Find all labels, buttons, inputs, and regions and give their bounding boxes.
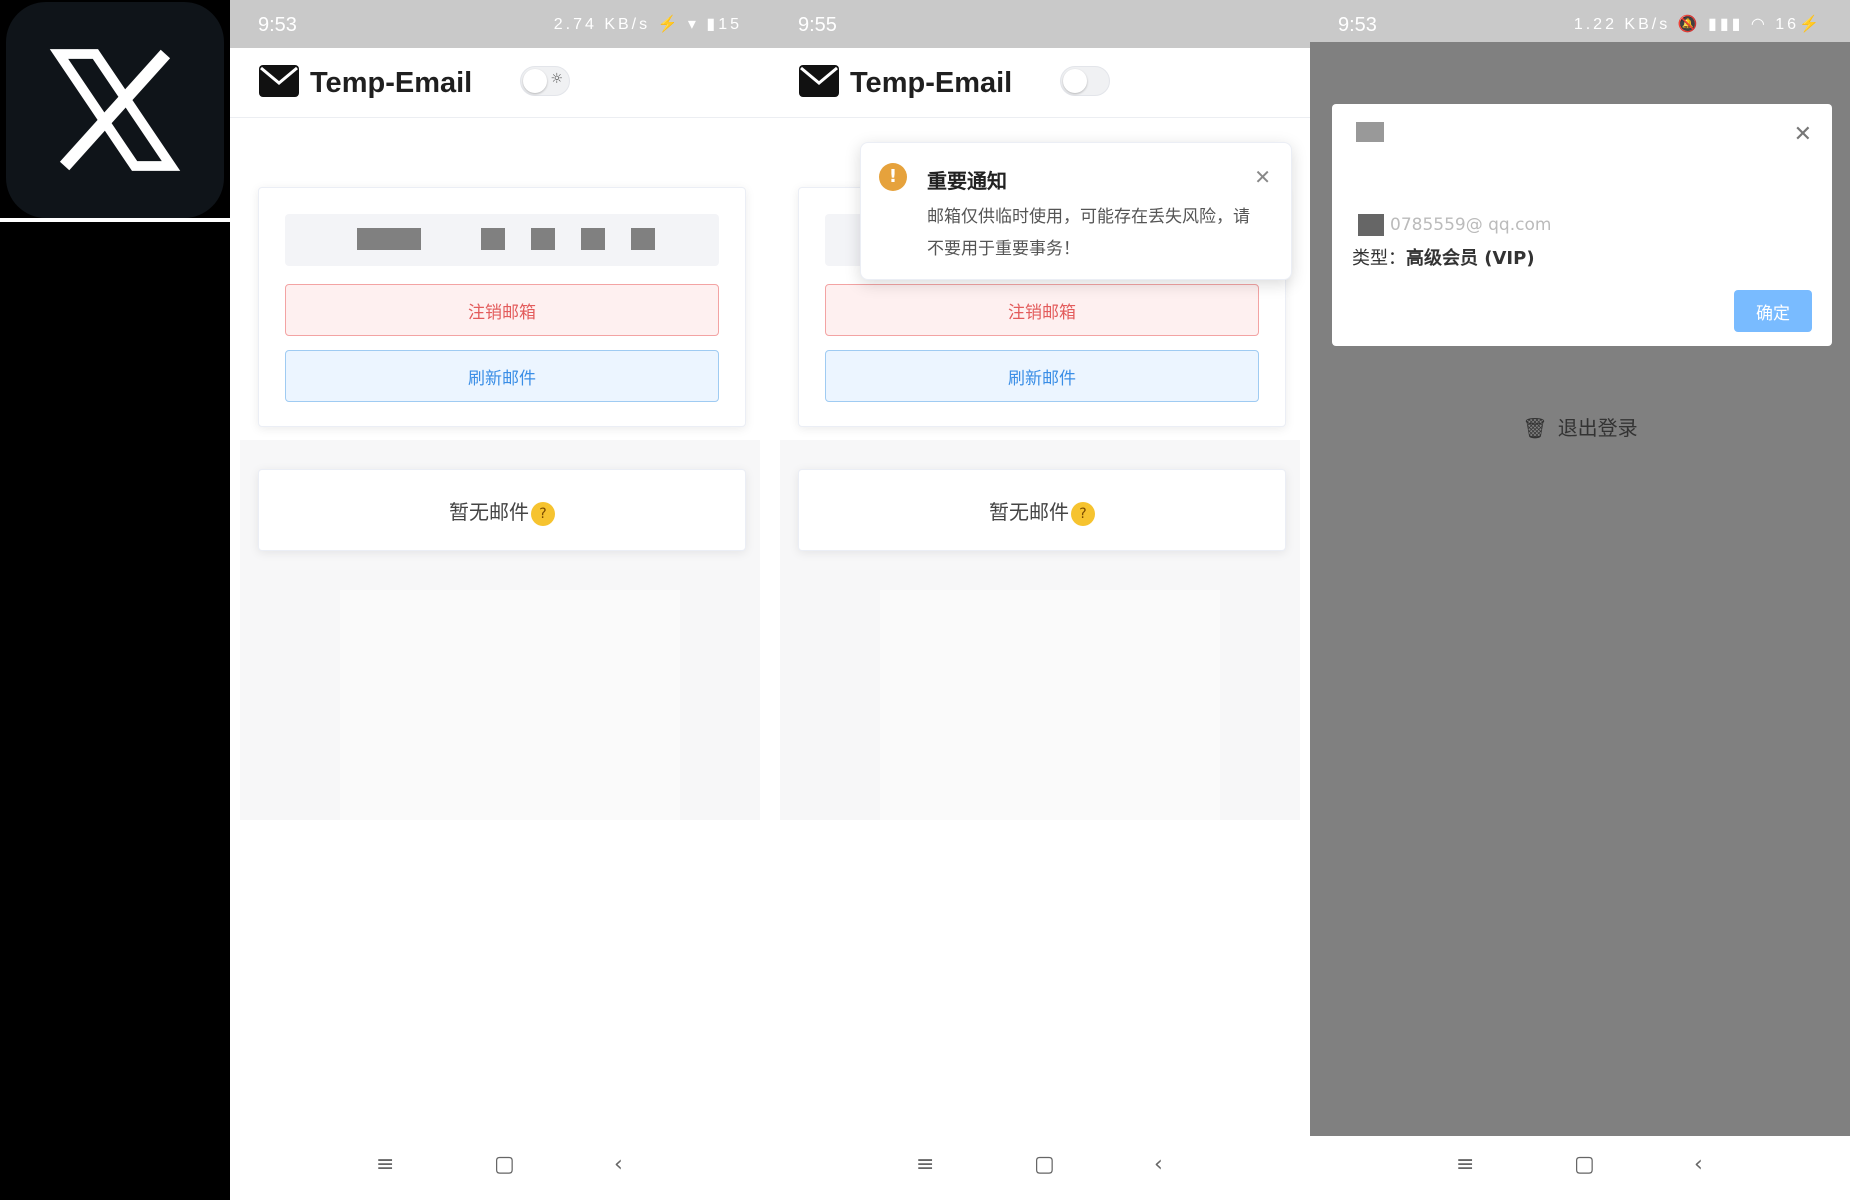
status-bar: 9:53 2.74 KB/s ⚡ ▾ ▮15 bbox=[230, 0, 770, 48]
toggle-knob bbox=[1063, 69, 1087, 93]
redaction-block bbox=[481, 228, 505, 250]
status-time: 9:53 bbox=[1338, 14, 1377, 36]
chevron-left-icon[interactable]: ‹ bbox=[614, 1152, 623, 1177]
email-address-display[interactable] bbox=[285, 214, 719, 266]
empty-inbox-text: 暂无邮件 bbox=[449, 499, 529, 524]
status-bar: 9:55 bbox=[770, 0, 1310, 48]
toggle-knob bbox=[523, 69, 547, 93]
phone-panel-3: 9:53 1.22 KB/s 🔕 ▮▮▮ ◠ 16⚡ ✕ 0785559@ qq… bbox=[1310, 0, 1850, 1200]
redaction-block bbox=[631, 228, 655, 250]
empty-inbox-card: 暂无邮件 ? bbox=[258, 469, 746, 551]
status-icons: 1.22 KB/s 🔕 ▮▮▮ ◠ 16⚡ bbox=[1573, 16, 1822, 33]
account-type: 类型：高级会员 (VIP) bbox=[1352, 244, 1535, 270]
account-dialog: ✕ 0785559@ qq.com 类型：高级会员 (VIP) 确定 bbox=[1332, 104, 1832, 346]
app-header: Temp-Email ☼ bbox=[230, 48, 770, 118]
refresh-mail-button[interactable]: 刷新邮件 bbox=[285, 350, 719, 402]
logout-button[interactable]: 🗑 退出登录 bbox=[1310, 412, 1850, 441]
menu-icon[interactable]: ≡ bbox=[376, 1152, 394, 1177]
account-type-label: 类型： bbox=[1352, 248, 1406, 269]
square-icon[interactable]: ▢ bbox=[1034, 1152, 1055, 1177]
redaction-block bbox=[581, 228, 605, 250]
square-icon[interactable]: ▢ bbox=[1574, 1152, 1595, 1177]
account-email: 0785559@ qq.com bbox=[1352, 214, 1551, 236]
theme-toggle[interactable] bbox=[1060, 66, 1110, 96]
system-nav-bar: ≡ ▢ ‹ bbox=[230, 1136, 770, 1200]
square-icon[interactable]: ▢ bbox=[494, 1152, 515, 1177]
deregister-mailbox-button[interactable]: 注销邮箱 bbox=[285, 284, 719, 336]
envelope-icon bbox=[798, 64, 840, 102]
refresh-mail-button[interactable]: 刷新邮件 bbox=[825, 350, 1259, 402]
sun-icon: ☼ bbox=[550, 71, 563, 87]
menu-icon[interactable]: ≡ bbox=[1456, 1152, 1474, 1177]
exclamation-icon: ! bbox=[879, 163, 907, 191]
notice-body: 邮箱仅供临时使用，可能存在丢失风险，请不要用于重要事务！ bbox=[927, 207, 1250, 259]
empty-inbox-text: 暂无邮件 bbox=[989, 499, 1069, 524]
email-card: 注销邮箱 刷新邮件 bbox=[258, 187, 746, 427]
account-email-text: 0785559@ qq.com bbox=[1390, 215, 1552, 235]
trash-icon: 🗑 bbox=[1522, 416, 1548, 440]
redaction-block bbox=[357, 228, 421, 250]
thinking-face-icon: ? bbox=[1071, 502, 1095, 526]
status-icons: 2.74 KB/s ⚡ ▾ ▮15 bbox=[553, 16, 742, 33]
chevron-left-icon[interactable]: ‹ bbox=[1154, 1152, 1163, 1177]
theme-toggle[interactable]: ☼ bbox=[520, 66, 570, 96]
logout-label: 退出登录 bbox=[1557, 416, 1638, 440]
menu-icon[interactable]: ≡ bbox=[916, 1152, 934, 1177]
deregister-mailbox-button[interactable]: 注销邮箱 bbox=[825, 284, 1259, 336]
confirm-button[interactable]: 确定 bbox=[1734, 290, 1812, 332]
empty-inbox-card: 暂无邮件 ? bbox=[798, 469, 1286, 551]
brand[interactable]: Temp-Email bbox=[798, 64, 1012, 102]
close-icon[interactable]: ✕ bbox=[1254, 165, 1271, 189]
status-bar: 9:53 1.22 KB/s 🔕 ▮▮▮ ◠ 16⚡ bbox=[1310, 0, 1850, 48]
app-title: Temp-Email bbox=[850, 66, 1013, 99]
redaction-block bbox=[1356, 122, 1384, 142]
brand[interactable]: Temp-Email bbox=[258, 64, 472, 102]
system-nav-bar: ≡ ▢ ‹ bbox=[1310, 1136, 1850, 1200]
redaction-block bbox=[531, 228, 555, 250]
x-logo-icon bbox=[6, 2, 224, 218]
close-icon[interactable]: ✕ bbox=[1794, 122, 1812, 147]
system-nav-bar: ≡ ▢ ‹ bbox=[770, 1136, 1310, 1200]
logo-gap bbox=[0, 218, 230, 222]
envelope-icon bbox=[258, 64, 300, 102]
modal-overlay[interactable]: ✕ 0785559@ qq.com 类型：高级会员 (VIP) 确定 🗑 退出登录 bbox=[1310, 42, 1850, 1138]
chevron-left-icon[interactable]: ‹ bbox=[1694, 1152, 1703, 1177]
thinking-face-icon: ? bbox=[531, 502, 555, 526]
left-strip bbox=[0, 0, 230, 1200]
redaction-block bbox=[1358, 214, 1384, 236]
app-title: Temp-Email bbox=[310, 66, 473, 99]
app-header: Temp-Email bbox=[770, 48, 1310, 118]
phone-panel-2: 9:55 Temp-Email 注销邮箱 刷新邮件 暂无邮件 ? ! 重要通知 … bbox=[770, 0, 1310, 1200]
important-notice: ! 重要通知 邮箱仅供临时使用，可能存在丢失风险，请不要用于重要事务！ ✕ bbox=[860, 142, 1292, 280]
phone-panel-1: 9:53 2.74 KB/s ⚡ ▾ ▮15 Temp-Email ☼ 注销邮箱… bbox=[230, 0, 770, 1200]
status-time: 9:53 bbox=[258, 14, 297, 36]
notice-title: 重要通知 bbox=[927, 169, 1007, 193]
status-time: 9:55 bbox=[798, 14, 837, 36]
account-type-value: 高级会员 (VIP) bbox=[1406, 248, 1535, 269]
